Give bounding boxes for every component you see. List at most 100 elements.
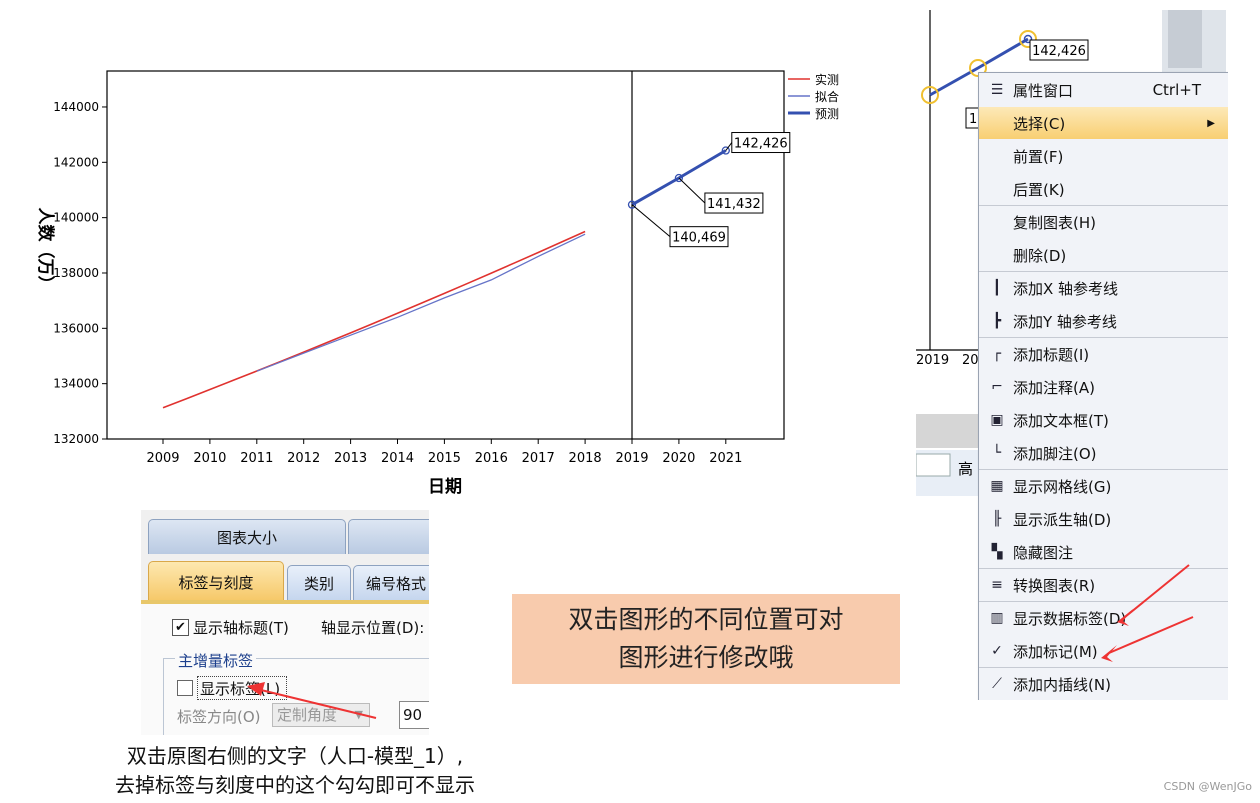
properties-icon: ☰ bbox=[990, 82, 1004, 98]
x-ref-line-icon: ┃ bbox=[992, 280, 1002, 296]
x-tick-label: 2012 bbox=[287, 451, 320, 466]
y-ref-line-icon: ┣ bbox=[992, 313, 1002, 329]
x-tick-label: 2015 bbox=[428, 451, 461, 466]
note-line-2: 图形进行修改哦 bbox=[618, 643, 794, 672]
menu-item-18[interactable]: ✓ 添加标记(M) bbox=[979, 635, 1228, 667]
y-tick-label: 132000 bbox=[53, 432, 99, 446]
menu-item-3[interactable]: 前置(F) bbox=[979, 140, 1228, 172]
data-label: 142,426 bbox=[734, 137, 788, 152]
caption-line-2: 去掉标签与刻度中的这个勾勾即可不显示 bbox=[115, 773, 475, 797]
properties-dialog: 图表大小 标签与刻度 类别 编号格式 ✔ 显示轴标题(T) 轴显示位置(D): … bbox=[141, 510, 429, 735]
title-icon: ┌ bbox=[992, 346, 1002, 362]
menu-item-label: 添加注释(A) bbox=[1013, 378, 1095, 397]
footnote-icon: └ bbox=[992, 445, 1002, 461]
x-tick-label: 2021 bbox=[709, 451, 742, 466]
menu-item-17[interactable]: ▥ 显示数据标签(D) bbox=[979, 602, 1228, 634]
data-label: 141,432 bbox=[707, 197, 761, 212]
legend-label: 实测 bbox=[815, 72, 839, 87]
menu-item-14[interactable]: ╟ 显示派生轴(D) bbox=[979, 503, 1228, 535]
y-axis-title: 人数（万） bbox=[35, 208, 56, 293]
y-tick-label: 136000 bbox=[53, 321, 99, 335]
menu-item-label: 添加文本框(T) bbox=[1013, 411, 1109, 430]
watermark: CSDN @WenJGo bbox=[1163, 780, 1252, 793]
menu-item-label: 添加Y 轴参考线 bbox=[1013, 312, 1117, 331]
data-labels-icon: ▥ bbox=[990, 610, 1004, 626]
annotation-icon: ⌐ bbox=[991, 379, 1003, 395]
menu-item-6[interactable]: 删除(D) bbox=[979, 239, 1228, 271]
menu-item-4[interactable]: 后置(K) bbox=[979, 173, 1228, 205]
menu-item-13[interactable]: ▦ 显示网格线(G) bbox=[979, 470, 1228, 502]
menu-item-label: 后置(K) bbox=[1013, 180, 1065, 199]
chart-editor-context-panel: 142,426 1 2019 20 高 ☰ 属性窗口 Ctrl+T 选择(C) ▶ 前置(… bbox=[916, 10, 1228, 700]
partial-text: 高 bbox=[958, 460, 973, 478]
submenu-arrow-icon: ▶ bbox=[1207, 117, 1215, 129]
menu-item-label: 显示派生轴(D) bbox=[1013, 510, 1112, 529]
markers-icon: ✓ bbox=[991, 643, 1003, 659]
menu-item-label: 属性窗口 bbox=[1013, 81, 1074, 100]
menu-item-label: 删除(D) bbox=[1013, 246, 1067, 265]
menu-item-2[interactable]: 选择(C) ▶ bbox=[979, 107, 1228, 139]
legend-label: 预测 bbox=[815, 107, 839, 121]
y-tick-label: 144000 bbox=[53, 100, 99, 114]
menu-item-16[interactable]: ≡ 转换图表(R) bbox=[979, 569, 1228, 601]
x-axis: 2009 2010 2011 2012 2013 2014 2015 2016 2017 2018… bbox=[146, 439, 742, 466]
legend-label: 拟合 bbox=[815, 89, 839, 104]
derived-axis-icon: ╟ bbox=[992, 511, 1002, 527]
text-box-icon: ▣ bbox=[990, 412, 1004, 428]
x-tick-label: 2014 bbox=[381, 451, 414, 466]
x-tick-label: 2013 bbox=[334, 451, 367, 466]
menu-item-label: 添加X 轴参考线 bbox=[1013, 279, 1119, 298]
menu-item-9[interactable]: ┌ 添加标题(I) bbox=[979, 338, 1228, 370]
x-tick-label: 2017 bbox=[522, 451, 555, 466]
menu-item-shortcut: Ctrl+T bbox=[1152, 81, 1201, 99]
context-tick-2019: 2019 bbox=[916, 353, 949, 368]
interpolation-icon: ⟋ bbox=[992, 676, 1002, 692]
context-menu: ☰ 属性窗口 Ctrl+T 选择(C) ▶ 前置(F) 后置(K) 复制图表(H) 删除(D) ┃… bbox=[978, 72, 1228, 700]
scrollbar-thumb[interactable] bbox=[1168, 10, 1202, 68]
plot-area bbox=[106, 70, 785, 440]
x-tick-label: 2011 bbox=[240, 451, 273, 466]
menu-item-label: 添加内插线(N) bbox=[1013, 675, 1111, 694]
menu-item-19[interactable]: ⟋ 添加内插线(N) bbox=[979, 668, 1228, 700]
red-arrow-dialog bbox=[247, 682, 377, 719]
menu-item-label: 选择(C) bbox=[1013, 114, 1066, 133]
menu-item-label: 添加标记(M) bbox=[1013, 642, 1098, 661]
line-chart: 144000 142000 140000 138000 136000 134000 1320… bbox=[35, 70, 839, 497]
menu-item-label: 隐藏图注 bbox=[1013, 543, 1074, 562]
menu-item-label: 添加脚注(O) bbox=[1013, 444, 1097, 463]
x-axis-title: 日期 bbox=[428, 477, 462, 497]
menu-item-7[interactable]: ┃ 添加X 轴参考线 bbox=[979, 272, 1228, 304]
x-tick-label: 2019 bbox=[615, 451, 648, 466]
menu-item-label: 复制图表(H) bbox=[1013, 213, 1096, 232]
x-tick-label: 2009 bbox=[146, 451, 179, 466]
menu-item-5[interactable]: 复制图表(H) bbox=[979, 206, 1228, 238]
y-tick-label: 134000 bbox=[53, 377, 99, 391]
context-tick-20: 20 bbox=[962, 353, 979, 368]
menu-item-10[interactable]: ⌐ 添加注释(A) bbox=[979, 371, 1228, 403]
menu-item-8[interactable]: ┣ 添加Y 轴参考线 bbox=[979, 305, 1228, 337]
x-tick-label: 2020 bbox=[662, 451, 695, 466]
menu-item-1[interactable]: ☰ 属性窗口 Ctrl+T bbox=[979, 74, 1228, 106]
x-tick-label: 2010 bbox=[193, 451, 226, 466]
legend[interactable]: 实测拟合预测 bbox=[788, 72, 839, 121]
x-tick-label: 2016 bbox=[475, 451, 508, 466]
menu-item-label: 显示数据标签(D) bbox=[1013, 609, 1127, 628]
menu-item-label: 添加标题(I) bbox=[1013, 345, 1090, 364]
transpose-icon: ≡ bbox=[991, 577, 1003, 593]
textured-strip bbox=[916, 414, 986, 448]
context-data-label: 142,426 bbox=[1032, 44, 1086, 59]
menu-item-11[interactable]: ▣ 添加文本框(T) bbox=[979, 404, 1228, 436]
y-tick-label: 142000 bbox=[53, 155, 99, 169]
menu-item-12[interactable]: └ 添加脚注(O) bbox=[979, 437, 1228, 469]
y-tick-label: 138000 bbox=[53, 266, 99, 280]
y-axis: 144000 142000 140000 138000 136000 134000 1320… bbox=[53, 100, 107, 446]
caption-line-1: 双击原图右侧的文字（人口-模型_1）, bbox=[126, 744, 464, 768]
menu-item-label: 转换图表(R) bbox=[1013, 576, 1096, 595]
x-tick-label: 2018 bbox=[569, 451, 602, 466]
context-data-label-partial: 1 bbox=[969, 112, 977, 127]
menu-item-label: 显示网格线(G) bbox=[1013, 477, 1112, 496]
menu-item-15[interactable]: ▚ 隐藏图注 bbox=[979, 536, 1228, 568]
gridlines-icon: ▦ bbox=[990, 478, 1004, 494]
y-tick-label: 140000 bbox=[53, 211, 99, 225]
note-callout: 双击图形的不同位置可对 图形进行修改哦 bbox=[512, 594, 900, 684]
